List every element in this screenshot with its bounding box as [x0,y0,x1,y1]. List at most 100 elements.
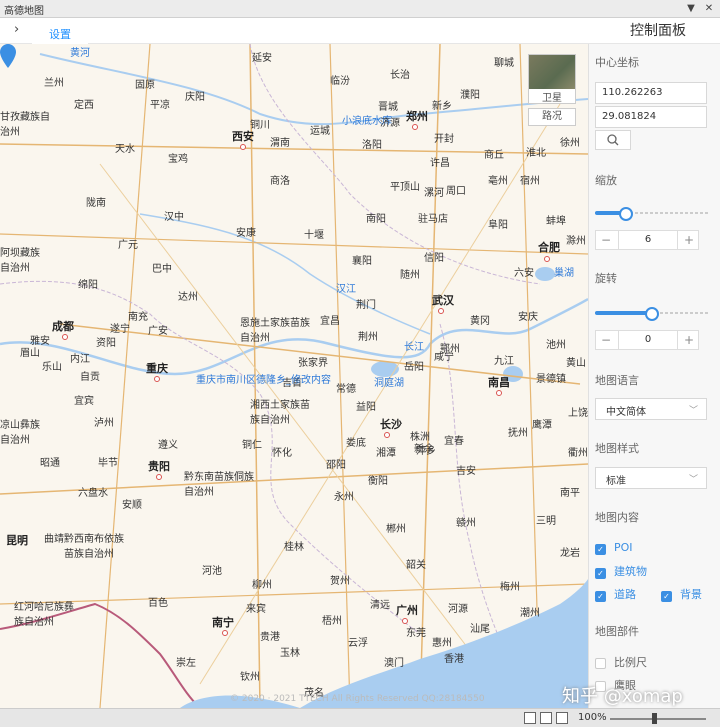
city-label: 黔东南苗族侗族自治州 [184,472,254,498]
poi-checkbox[interactable]: ✓ POI [595,541,633,555]
city-label: 来宾 [246,604,266,615]
city-label: 鹰潭 [532,420,552,431]
close-icon[interactable]: ✕ [702,2,716,16]
slider-knob[interactable] [619,207,633,221]
chevron-right-icon[interactable]: › [14,22,19,37]
longitude-input[interactable]: 110.262263 [595,82,707,104]
scale-checkbox[interactable]: ✓ 比例尺 [595,654,647,670]
traffic-layer-toggle[interactable]: 路况 [528,108,576,126]
city-dot [412,124,418,130]
city-label: 龙岩 [560,548,580,559]
city-label: 驻马店 [418,214,448,225]
map-language-value: 中文简体 [606,407,646,418]
city-label: 昭通 [40,458,60,469]
city-label: 长沙 [380,418,402,431]
minus-icon[interactable]: − [596,331,616,349]
zoom-slider[interactable] [595,207,709,221]
city-label: 济源 [380,118,400,129]
app-window: 高德地图 ▼ ✕ › 设置 控制面板 兰州 延安 临汾 长治 聊城 固原 庆阳 … [0,0,720,727]
zoom-slider-knob[interactable] [652,713,657,724]
city-label: 西安 [232,130,254,143]
plus-icon[interactable]: + [679,231,699,249]
minus-icon[interactable]: − [596,231,616,249]
river-label: 长江 [404,342,424,353]
city-label: 常德 [336,384,356,395]
city-label: 怀化 [272,448,292,459]
city-label: 岳阳 [404,362,424,373]
city-label: 商洛 [270,176,290,187]
city-label: 蚌埠 [546,216,566,227]
zoom-label: 缩放 [595,174,617,187]
city-label: 湘潭 [376,448,396,459]
search-icon [607,134,619,146]
city-label: 晋城 [378,102,398,113]
city-label: 南宁 [212,616,234,629]
city-dot [384,432,390,438]
city-label: 甘孜藏族自治州 [0,112,50,138]
city-dot [402,618,408,624]
checkbox-empty-icon: ✓ [595,658,606,669]
city-label: 昆明 [6,534,28,547]
city-label: 汕尾 [470,624,490,635]
reading-view-icon[interactable] [556,712,568,724]
plus-icon[interactable]: + [679,331,699,349]
city-label: 萍乡 [416,446,436,457]
city-label: 泸州 [94,418,114,429]
roads-checkbox[interactable]: ✓ 道路 [595,586,636,602]
background-checkbox[interactable]: ✓ 背景 [661,586,702,602]
city-label: 宜宾 [74,396,94,407]
normal-view-icon[interactable] [524,712,536,724]
zoom-stepper: − 6 + [595,230,699,250]
city-label: 随州 [400,270,420,281]
city-label: 郴州 [386,524,406,535]
city-label: 内江 [70,354,90,365]
city-label: 桂林 [284,542,304,553]
city-dot [154,376,160,382]
city-label: 梧州 [322,616,342,627]
buildings-checkbox[interactable]: ✓ 建筑物 [595,563,647,579]
city-label: 聊城 [494,58,514,69]
rotate-value[interactable]: 0 [618,331,678,349]
rotate-label: 旋转 [595,272,617,285]
slider-knob[interactable] [645,307,659,321]
rotate-stepper: − 0 + [595,330,699,350]
city-label: 安康 [236,228,256,239]
city-label: 潮州 [520,608,540,619]
city-label: 南充 [128,312,148,323]
dropdown-icon[interactable]: ▼ [684,2,698,16]
checkmark-icon: ✓ [661,591,672,602]
rotate-slider[interactable] [595,307,709,321]
locate-button[interactable] [595,130,631,150]
city-label: 赣州 [456,518,476,529]
city-label: 宝鸡 [168,154,188,165]
city-label: 永州 [334,492,354,503]
city-label: 贺州 [330,576,350,587]
city-label: 自贡 [80,372,100,383]
city-label: 宜春 [444,436,464,447]
city-label: 安顺 [122,500,142,511]
city-label: 达州 [178,292,198,303]
city-label: 惠州 [432,638,452,649]
map-style-select[interactable]: 标准 ﹀ [595,467,707,489]
city-label: 清远 [370,600,390,611]
city-label: 黔西南布依族苗族自治州 [64,534,124,560]
city-label: 毕节 [98,458,118,469]
city-label: 柳州 [252,580,272,591]
zoom-value[interactable]: 6 [618,231,678,249]
city-label: 红河哈尼族彝族自治州 [14,602,74,628]
checkmark-icon: ✓ [595,591,606,602]
city-label: 淮北 [526,148,546,159]
city-label: 十堰 [304,230,324,241]
city-label: 益阳 [356,402,376,413]
location-pin-icon[interactable] [0,44,16,68]
satellite-layer-toggle[interactable]: 卫星 [528,54,576,104]
latitude-input[interactable]: 29.081824 [595,106,707,128]
city-label: 荆州 [358,332,378,343]
map-view[interactable]: 兰州 延安 临汾 长治 聊城 固原 庆阳 晋城 濮阳 新乡 定西 平凉 铜川 运… [0,44,588,708]
tab-settings[interactable]: 设置 [32,20,88,44]
page-layout-icon[interactable] [540,712,552,724]
city-label: 成都 [52,320,74,333]
city-label: 黄山 [566,358,586,369]
status-bar: 100% [0,708,720,727]
map-language-select[interactable]: 中文简体 ﹀ [595,398,707,420]
